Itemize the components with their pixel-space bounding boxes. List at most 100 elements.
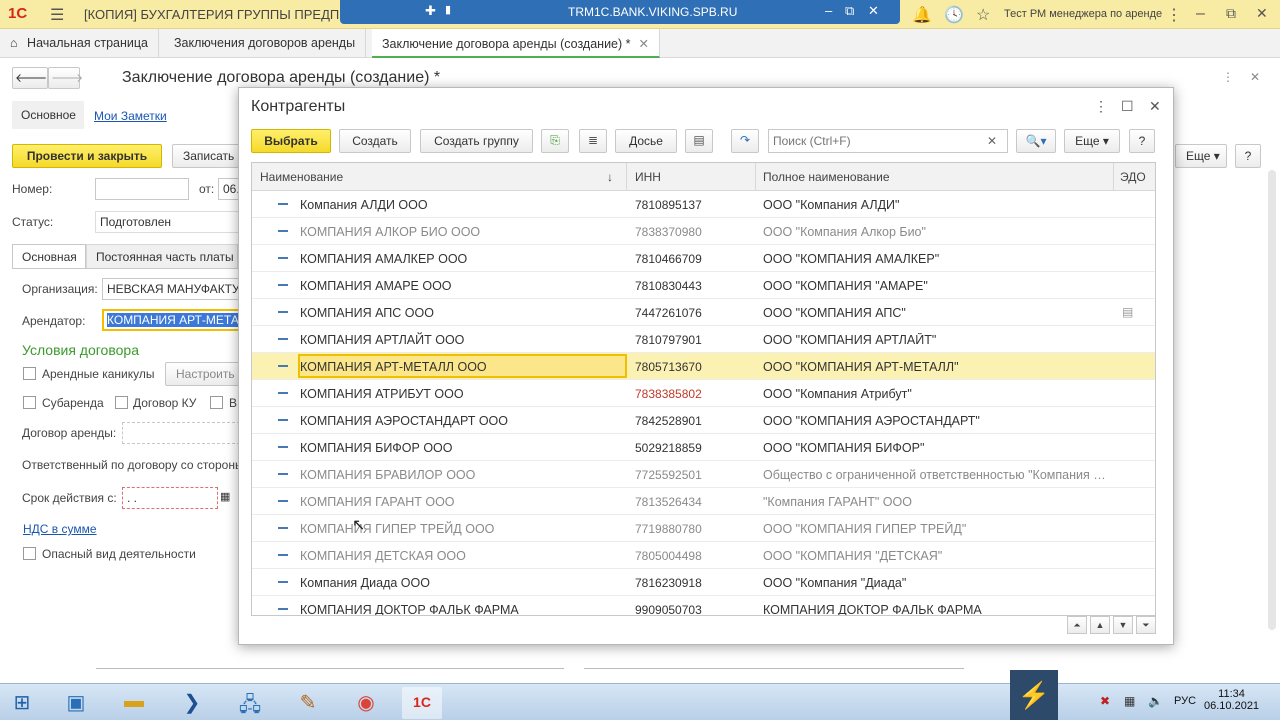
pin-icon[interactable]: ✚ (425, 3, 436, 19)
dossier-button[interactable]: Досье (615, 129, 677, 153)
notifications-icon[interactable]: 🔔 (912, 5, 932, 25)
table-row[interactable]: КОМПАНИЯ ДОКТОР ФАЛЬК ФАРМА 9909050703 КОМ… (252, 596, 1155, 615)
maximize-icon[interactable]: ⧉ (1226, 5, 1236, 22)
form-menu-icon[interactable]: ⋮ (1222, 70, 1234, 84)
tenant-field[interactable]: КОМПАНИЯ АРТ-МЕТА (102, 309, 240, 331)
back-button[interactable]: 🡐 (12, 67, 48, 89)
sort-desc-icon[interactable]: ↓ (607, 170, 613, 184)
term-start-field[interactable]: . . (122, 487, 218, 509)
history-icon[interactable]: 🕓 (944, 5, 964, 25)
subtab-fixed-payment[interactable]: Постоянная часть платы (86, 244, 238, 269)
nav-main[interactable]: Основное (12, 101, 84, 129)
onec-app-icon[interactable]: 1С (402, 687, 442, 719)
tray-network-icon[interactable]: ▦ (1124, 694, 1135, 708)
dialog-more-button[interactable]: Еще ▾ (1064, 129, 1120, 153)
main-menu-icon[interactable]: ☰ (50, 5, 64, 25)
ku-checkbox[interactable] (115, 396, 128, 409)
forward-button[interactable]: 🡒 (48, 67, 83, 89)
paint-icon[interactable]: ✎ (288, 687, 328, 719)
windows-start-icon[interactable]: ⊞ (2, 687, 42, 719)
table-row[interactable]: КОМПАНИЯ АМАЛКЕР ООО 7810466709 ООО "КОМПА… (252, 245, 1155, 272)
copy-icon[interactable]: ⎘ (541, 129, 569, 153)
sublease-checkbox[interactable] (23, 396, 36, 409)
list-icon[interactable]: ≣ (579, 129, 607, 153)
table-row[interactable]: Компания Диада ООО 7816230918 ООО "Компани… (252, 569, 1155, 596)
nav-notes-link[interactable]: Мои Заметки (94, 109, 167, 123)
form-scrollbar[interactable] (1268, 170, 1276, 630)
tab-lease-contract-new[interactable]: Заключение договора аренды (создание) * ✕ (372, 29, 660, 58)
table-row[interactable]: КОМПАНИЯ АМАРЕ ООО 7810830443 ООО "КОМПАНИ… (252, 272, 1155, 299)
tray-icon[interactable]: ✖ (1100, 694, 1110, 708)
v-checkbox[interactable] (210, 396, 223, 409)
tab-close-icon[interactable]: ✕ (639, 37, 649, 51)
scroll-down-button[interactable]: ▼ (1113, 616, 1133, 634)
form-help-button[interactable]: ? (1235, 144, 1261, 168)
create-group-button[interactable]: Создать группу (420, 129, 533, 153)
date-field[interactable]: 06. (218, 178, 240, 200)
configure-button[interactable]: Настроить (165, 362, 240, 386)
tab-lease-contracts[interactable]: Заключения договоров аренды (164, 29, 367, 58)
rdp-restore-icon[interactable]: ⧉ (845, 3, 854, 19)
table-row[interactable]: КОМПАНИЯ АРТЛАЙТ ООО 7810797901 ООО "КОМПА… (252, 326, 1155, 353)
column-full-name[interactable]: Полное наименование (763, 170, 890, 184)
dialog-menu-icon[interactable]: ⋮ (1094, 98, 1108, 115)
tray-volume-icon[interactable]: 🔈 (1148, 694, 1163, 708)
table-row[interactable]: Компания АЛДИ ООО 7810895137 ООО "Компания… (252, 191, 1155, 218)
column-edo[interactable]: ЭДО (1120, 170, 1146, 184)
close-icon[interactable]: ✕ (1256, 5, 1268, 22)
column-name[interactable]: Наименование (260, 170, 343, 184)
table-row[interactable]: КОМПАНИЯ БРАВИЛОР ООО 7725592501 Общество … (252, 461, 1155, 488)
minimize-icon[interactable]: – (1196, 5, 1205, 23)
table-row[interactable]: КОМПАНИЯ АТРИБУТ ООО 7838385802 ООО "Компа… (252, 380, 1155, 407)
language-indicator[interactable]: РУС (1174, 695, 1196, 707)
scroll-last-button[interactable]: ⏷ (1136, 616, 1156, 634)
number-field[interactable] (95, 178, 189, 200)
table-row[interactable]: КОМПАНИЯ БИФОР ООО 5029218859 ООО "КОМПАНИ… (252, 434, 1155, 461)
clock[interactable]: 11:34 06.10.2021 (1204, 688, 1259, 712)
network-icon[interactable]: 🖧 (230, 687, 270, 719)
chrome-icon[interactable]: ◉ (346, 687, 386, 719)
table-row[interactable]: КОМПАНИЯ ДЕТСКАЯ ООО 7805004498 ООО "КОМПА… (252, 542, 1155, 569)
column-inn[interactable]: ИНН (635, 170, 661, 184)
table-row[interactable]: КОМПАНИЯ АПС ООО 7447261076 ООО "КОМПАНИЯ … (252, 299, 1155, 326)
favorites-icon[interactable]: ☆ (976, 5, 990, 25)
create-button[interactable]: Создать (339, 129, 411, 153)
tab-home[interactable]: ⌂ Начальная страница (0, 29, 159, 58)
powershell-icon[interactable]: ❯ (172, 687, 212, 719)
dialog-help-button[interactable]: ? (1129, 129, 1155, 153)
dialog-close-icon[interactable]: ✕ (1149, 98, 1161, 115)
status-field[interactable]: Подготовлен (95, 211, 240, 233)
calendar-icon[interactable]: ▦ (220, 490, 230, 503)
search-input[interactable] (773, 131, 983, 151)
report-icon[interactable]: ▤ (685, 129, 713, 153)
form-more-button[interactable]: Еще ▾ (1175, 144, 1227, 168)
organization-field[interactable]: НЕВСКАЯ МАНУФАКТУ (102, 278, 240, 300)
server-manager-icon[interactable]: ▣ (56, 687, 96, 719)
search-options-button[interactable]: 🔍▾ (1016, 129, 1056, 153)
file-explorer-icon[interactable]: ▬ (114, 687, 154, 719)
save-button[interactable]: Записать (172, 144, 242, 168)
rdp-close-icon[interactable]: ✕ (868, 3, 879, 19)
settings-menu-icon[interactable]: ⋮ (1166, 5, 1182, 25)
subtab-main[interactable]: Основная (12, 244, 86, 269)
vat-link[interactable]: НДС в сумме (23, 522, 97, 536)
table-row[interactable]: КОМПАНИЯ АЭРОСТАНДАРТ ООО 7842528901 ООО "… (252, 407, 1155, 434)
table-row[interactable]: КОМПАНИЯ ГАРАНТ ООО 7813526434 "Компания Г… (252, 488, 1155, 515)
form-close-icon[interactable]: ✕ (1250, 70, 1260, 84)
clear-search-icon[interactable]: ✕ (987, 134, 997, 148)
hazard-checkbox[interactable] (23, 547, 36, 560)
current-user[interactable]: Тест РМ менеджера по аренде (1004, 8, 1162, 20)
dialog-maximize-icon[interactable]: ☐ (1121, 98, 1134, 115)
lease-contract-field[interactable] (122, 422, 240, 444)
table-row[interactable]: КОМПАНИЯ ГИПЕР ТРЕЙД ООО 7719880780 ООО "К… (252, 515, 1155, 542)
table-row[interactable]: КОМПАНИЯ АЛКОР БИО ООО 7838370980 ООО "Ком… (252, 218, 1155, 245)
table-row[interactable]: КОМПАНИЯ АРТ-МЕТАЛЛ ООО 7805713670 ООО "КО… (252, 353, 1155, 380)
edo-icon[interactable]: ▤ (1122, 305, 1133, 319)
lightning-app-icon[interactable]: ⚡ (1010, 670, 1058, 720)
holidays-checkbox[interactable] (23, 367, 36, 380)
scroll-first-button[interactable]: ⏶ (1067, 616, 1087, 634)
scroll-up-button[interactable]: ▲ (1090, 616, 1110, 634)
rdp-minimize-icon[interactable]: – (825, 3, 832, 18)
select-button[interactable]: Выбрать (251, 129, 331, 153)
refresh-icon[interactable]: ↷ (731, 129, 759, 153)
